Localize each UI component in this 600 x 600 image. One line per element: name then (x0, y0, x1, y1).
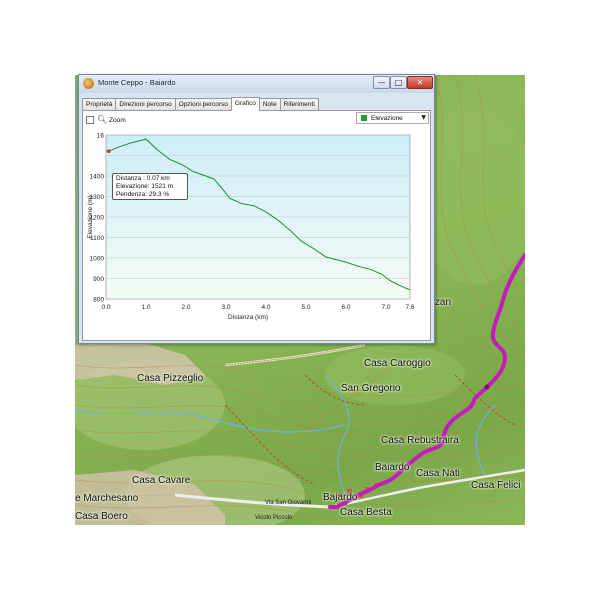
elevation-chart[interactable]: 80090010001100120013001400160.0 1.0 2.0 3.0… (83, 111, 432, 342)
tab-bar: Proprietà Direzioni percorso Opzioni per… (82, 97, 319, 111)
y-tick-label: 900 (93, 276, 104, 283)
tooltip-distance: Distanza : 0.07 km (116, 175, 170, 182)
x-tick-label: 1.0 (141, 304, 150, 311)
map-label-via-san-giovanni: Via San Giovanni (265, 500, 312, 506)
y-tick-label: 1400 (90, 174, 105, 181)
map-label-casa-caroggio: Casa Caroggio (364, 358, 431, 369)
map-label-casa-rebustraira: Casa Rebustraira (381, 435, 459, 446)
x-axis-label: Distanza (km) (228, 314, 268, 321)
minimize-button[interactable]: — (373, 76, 390, 89)
map-label-casa-boero: Casa Boero (75, 511, 128, 522)
x-tick-label: 4.0 (261, 304, 270, 311)
x-tick-label: 7.6 (405, 304, 414, 311)
map-label-san-gregorio: San Gregorio (341, 383, 401, 394)
window-titlebar[interactable]: Monte Ceppo - Baiardo — □ ✕ (79, 75, 434, 93)
close-button[interactable]: ✕ (407, 76, 433, 89)
route-waypoint[interactable] (484, 384, 490, 390)
map-label-casa-pizzeglio: Casa Pizzeglio (137, 373, 204, 384)
x-tick-label: 5.0 (301, 304, 310, 311)
map-label-casa-nati: Casa Nati (416, 468, 460, 479)
map-label-casa-felici: Casa Felici (471, 480, 521, 491)
x-tick-label: 0.0 (101, 304, 110, 311)
hover-marker (107, 149, 111, 153)
window-title: Monte Ceppo - Baiardo (98, 78, 176, 87)
elevation-profile-window[interactable]: Monte Ceppo - Baiardo — □ ✕ Proprietà Di… (78, 74, 435, 344)
y-tick-label: 800 (93, 297, 104, 304)
tooltip-slope: Pendenza: 29.3 % (116, 191, 170, 198)
map-label-casa-besta: Casa Besta (340, 507, 392, 518)
chart-tooltip: Distanza : 0.07 km Elevazione: 1521 m Pe… (112, 173, 188, 200)
y-tick-label: 1000 (90, 256, 105, 263)
map-label-bajardo: Bajardo (323, 492, 358, 503)
tooltip-elevation: Elevazione: 1521 m (116, 183, 174, 190)
maximize-button[interactable]: □ (390, 76, 407, 89)
tab-grafico[interactable]: Grafico (230, 97, 260, 111)
map-label-vicolo-piccolo: Vicolo Piccolo (255, 515, 293, 521)
screenshot-stage: Mezzan Casa Caroggio Casa Pizzeglio San … (0, 0, 600, 600)
x-tick-label: 7.0 (381, 304, 390, 311)
x-tick-label: 3.0 (221, 304, 230, 311)
map-label-casa-cavare: Casa Cavare (132, 475, 191, 486)
app-icon (83, 78, 94, 89)
chart-panel: 🔍︎ Zoom Elevazione ▼ 800 900 1000 1100 1200 1… (82, 110, 431, 341)
y-tick-label: 16 (97, 133, 105, 140)
map-label-baiardo: Baiardo (375, 462, 410, 473)
x-tick-label: 2.0 (181, 304, 190, 311)
y-axis-label: Elevazione (m) (87, 195, 94, 238)
x-tick-label: 6.0 (341, 304, 350, 311)
map-label-marchesano: e Marchesano (75, 493, 139, 504)
